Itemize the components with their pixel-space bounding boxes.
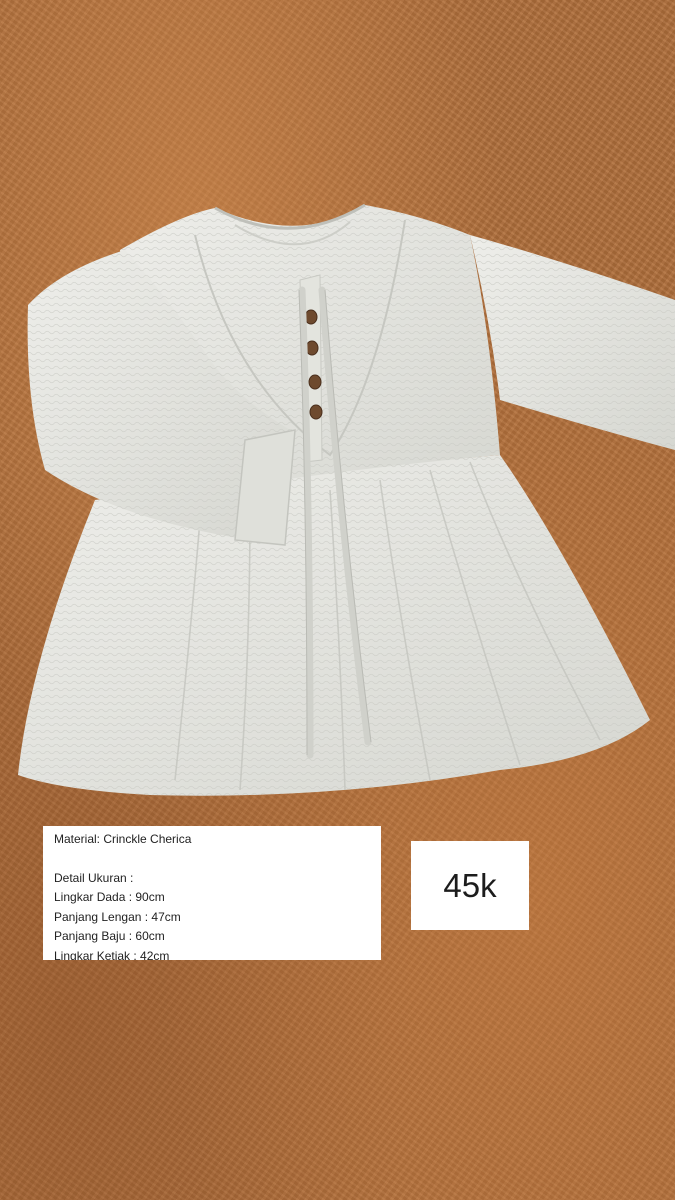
material-text: Material: Crinckle Cherica — [54, 832, 192, 846]
size-heading: Detail Ukuran : — [54, 870, 134, 885]
size-body-length: Panjang Baju : 60cm — [54, 929, 165, 943]
size-chest: Lingkar Dada : 90cm — [54, 890, 165, 904]
white-blouse-photo — [18, 203, 675, 796]
price-text: 45k — [443, 866, 497, 904]
product-info-card: Material: Crinckle Cherica Detail Ukuran… — [43, 826, 381, 960]
size-sleeve-length: Panjang Lengan : 47cm — [54, 909, 181, 924]
price-card: 45k — [411, 841, 529, 930]
size-armhole: Lingkar Ketiak : 42cm — [54, 948, 170, 961]
